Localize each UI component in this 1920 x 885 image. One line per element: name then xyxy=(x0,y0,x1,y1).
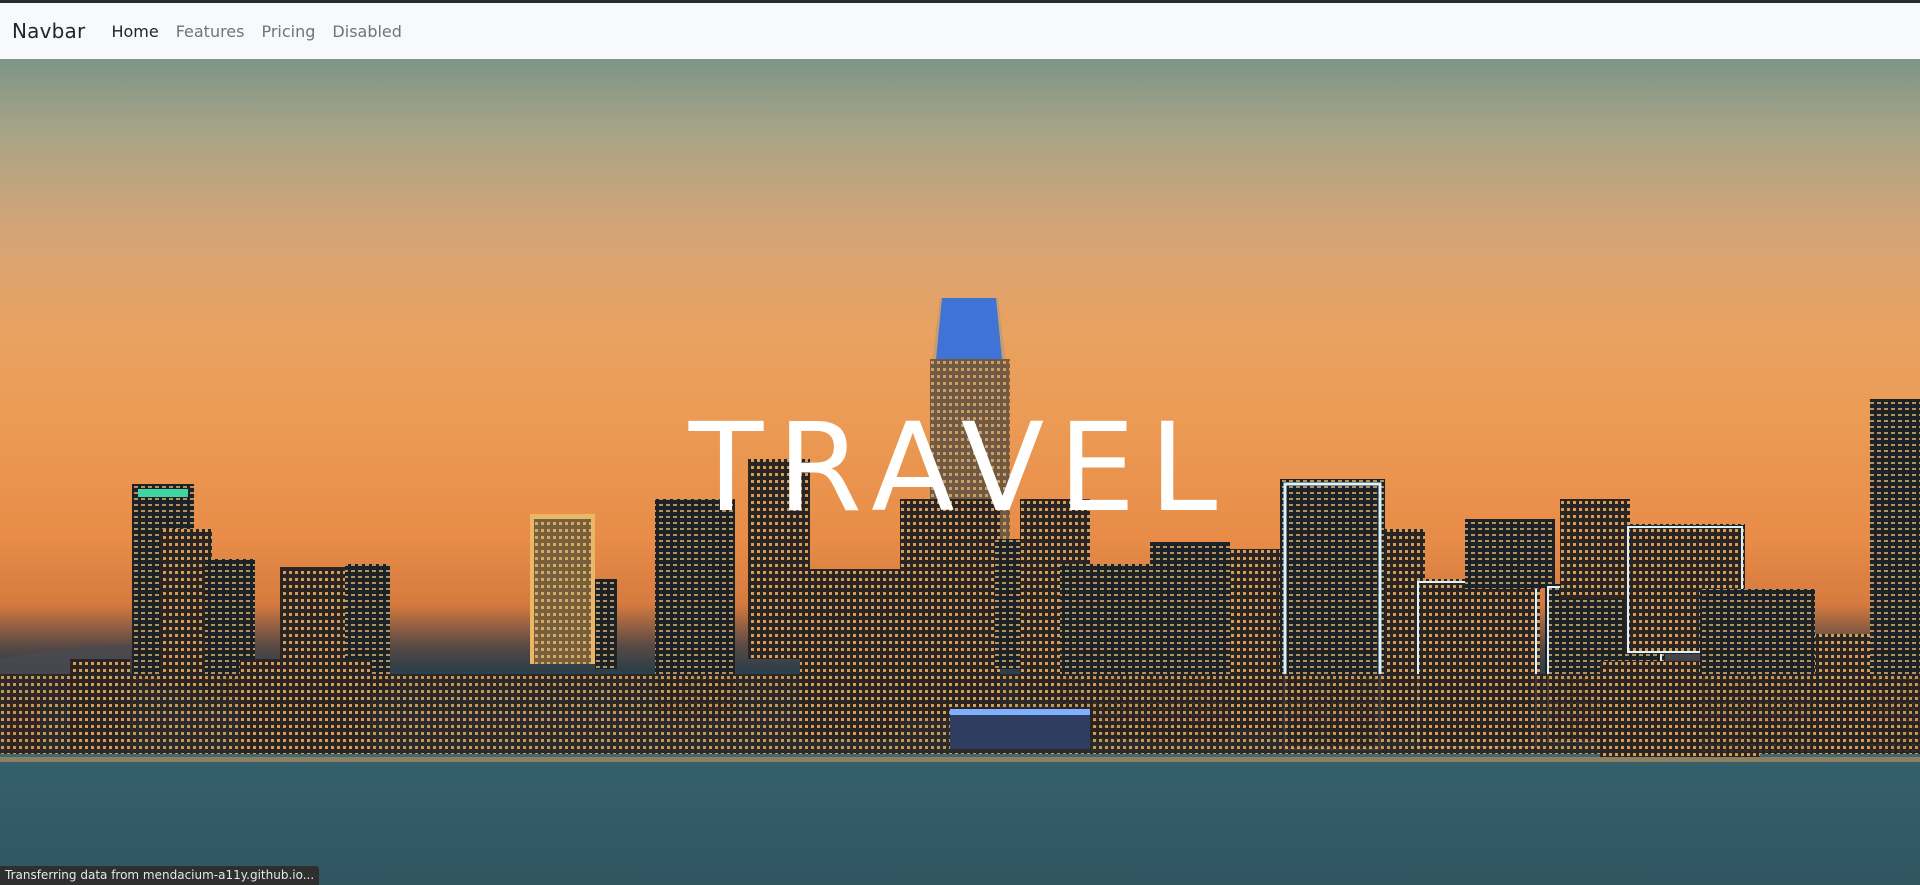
nav-link-disabled: Disabled xyxy=(332,21,402,41)
hero-title: TRAVEL xyxy=(688,397,1232,539)
browser-status-bar: Transferring data from mendacium-a11y.gi… xyxy=(0,866,320,885)
navbar: Navbar Home Features Pricing Disabled xyxy=(0,3,1920,59)
nav-links: Home Features Pricing Disabled xyxy=(111,22,419,41)
nav-link-home[interactable]: Home xyxy=(111,22,158,41)
hero-section: TRAVEL xyxy=(0,59,1920,885)
navbar-brand[interactable]: Navbar xyxy=(12,19,85,43)
nav-link-features[interactable]: Features xyxy=(176,22,245,41)
nav-link-pricing[interactable]: Pricing xyxy=(261,22,315,41)
